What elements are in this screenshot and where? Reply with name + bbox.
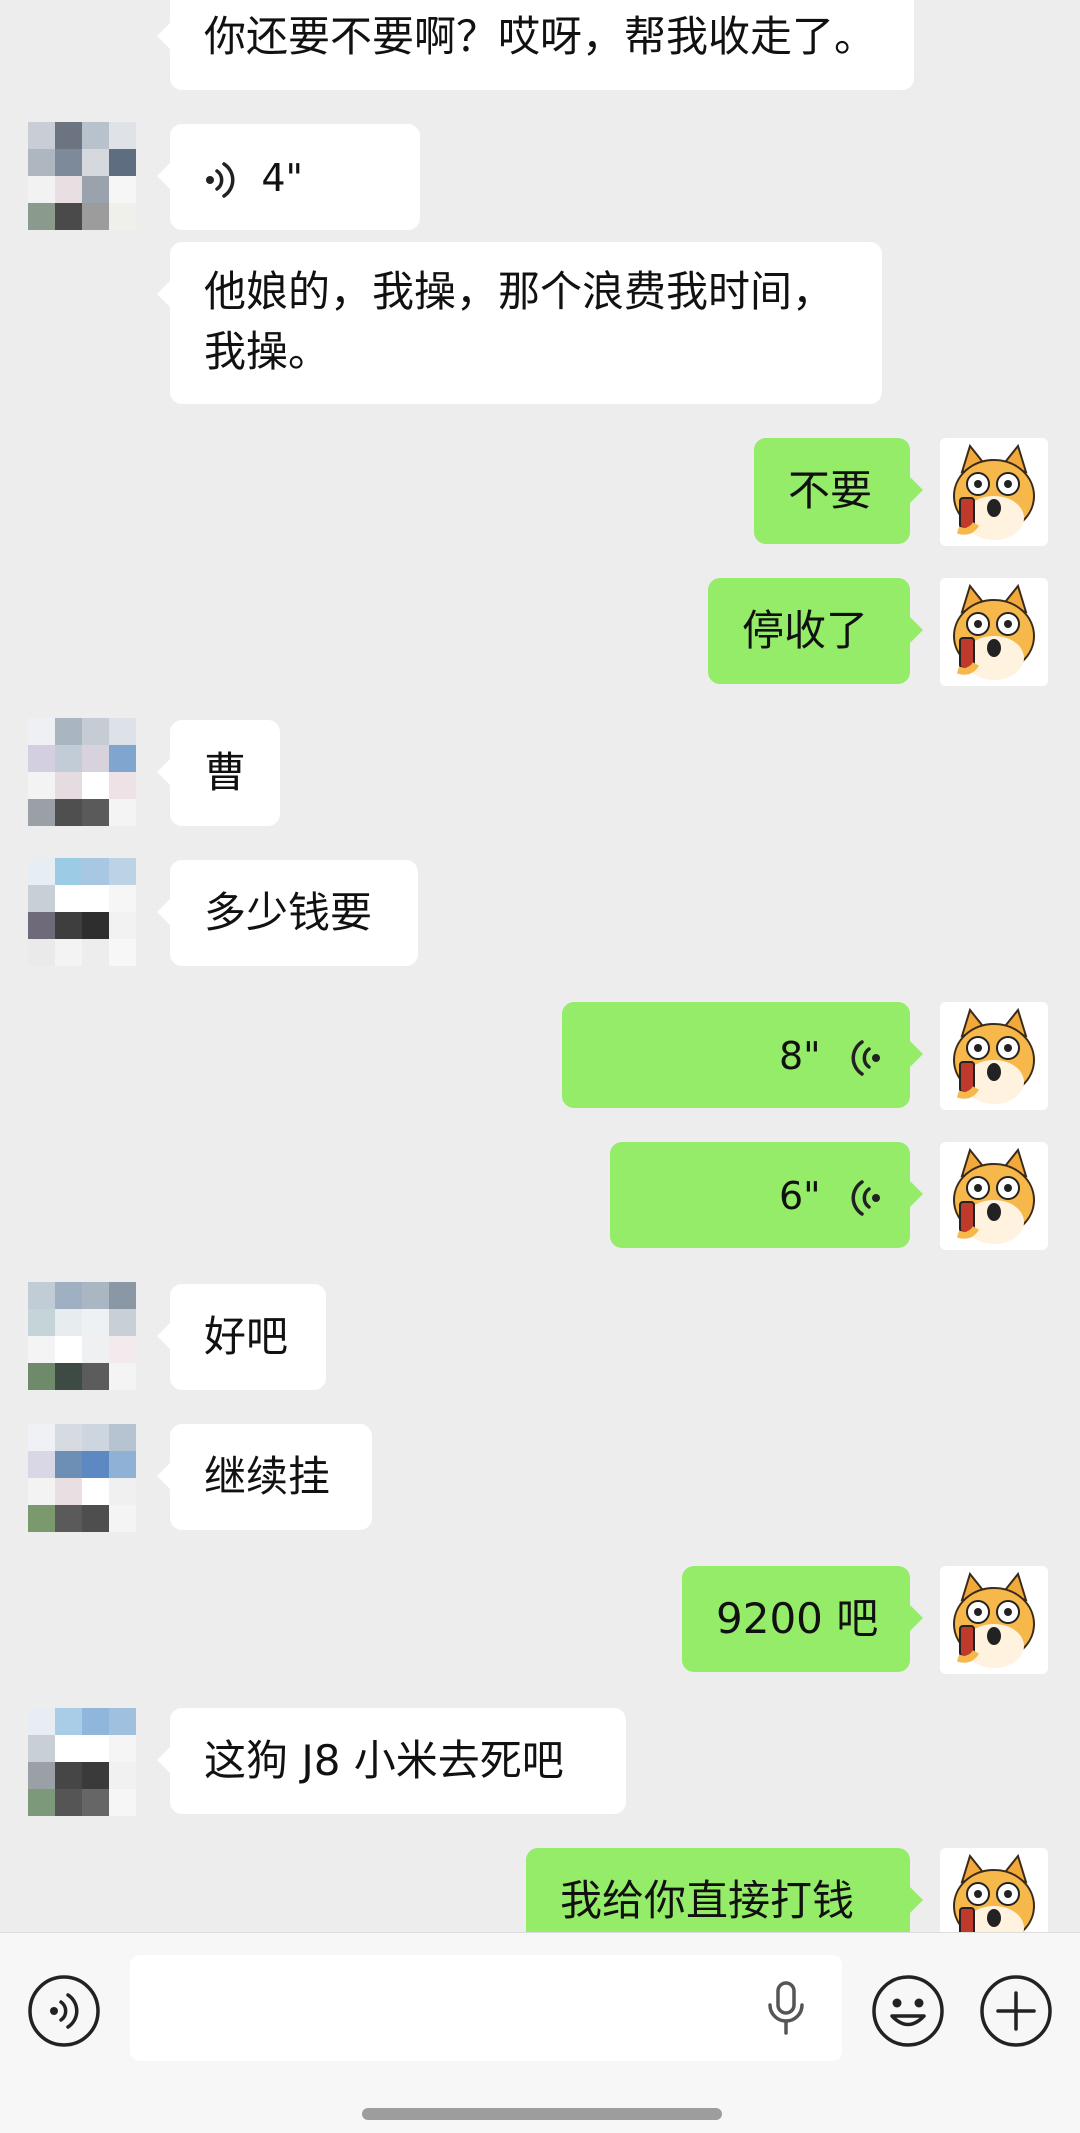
chat-area[interactable]: 你还要不要啊？哎呀，帮我收走了。 4" 他娘的，我操，那个浪费我时间，我操。 不… [0,0,1080,1932]
emoji-button[interactable] [870,1973,946,2049]
cartoon-dog-avatar-icon [940,578,1048,686]
avatar[interactable] [940,1848,1048,1932]
avatar[interactable] [940,1002,1048,1110]
voice-mode-icon [28,1975,100,2047]
cartoon-dog-avatar-icon [940,1848,1048,1932]
message-input[interactable] [130,1955,842,2061]
message-text: 多少钱要 [204,888,373,937]
message-text: 好吧 [204,1312,289,1361]
voice-wave-icon [851,1179,880,1216]
microphone-icon[interactable] [766,1981,806,2037]
emoji-icon [872,1975,944,2047]
cartoon-dog-avatar-icon [940,438,1048,546]
message-bubble[interactable]: 曹 [157,720,280,826]
avatar[interactable] [28,1708,136,1816]
avatar[interactable] [940,1142,1048,1250]
message-bubble[interactable]: 9200 吧 [682,1566,923,1672]
avatar[interactable] [940,438,1048,546]
message-bubble[interactable]: 我给你直接打钱 [526,1848,923,1932]
voice-wave-icon [851,1039,880,1076]
message-composer [0,1932,1080,2133]
voice-duration: 6" [778,1174,821,1218]
more-button[interactable] [978,1973,1054,2049]
voice-duration: 4" [261,156,304,200]
voice-message-bubble[interactable]: 4" [157,124,420,230]
cartoon-dog-avatar-icon [940,1566,1048,1674]
message-bubble[interactable]: 停收了 [708,578,923,684]
avatar[interactable] [28,122,136,230]
message-text: 这狗 J8 小米去死吧 [204,1736,564,1785]
voice-wave-icon [206,161,235,198]
message-bubble[interactable]: 你还要不要啊？哎呀，帮我收走了。 [157,0,914,90]
message-text: 继续挂 [204,1452,331,1501]
avatar[interactable] [28,1282,136,1390]
avatar[interactable] [28,858,136,966]
message-bubble[interactable]: 多少钱要 [157,860,418,966]
voice-duration: 8" [778,1034,821,1078]
voice-toggle-button[interactable] [26,1973,102,2049]
message-bubble[interactable]: 继续挂 [157,1424,372,1530]
message-text: 停收了 [742,606,869,655]
cartoon-dog-avatar-icon [940,1142,1048,1250]
message-bubble[interactable]: 不要 [754,438,923,544]
message-text: 不要 [788,466,873,515]
avatar[interactable] [28,718,136,826]
message-bubble[interactable]: 好吧 [157,1284,326,1390]
message-text: 曹 [204,748,247,797]
message-bubble[interactable]: 他娘的，我操，那个浪费我时间，我操。 [157,242,882,404]
message-text: 9200 吧 [716,1594,879,1643]
avatar[interactable] [28,1424,136,1532]
avatar[interactable] [940,1566,1048,1674]
plus-icon [980,1975,1052,2047]
message-bubble[interactable]: 这狗 J8 小米去死吧 [157,1708,626,1814]
voice-message-bubble[interactable]: 8" [562,1002,923,1108]
avatar[interactable] [940,578,1048,686]
cartoon-dog-avatar-icon [940,1002,1048,1110]
message-text: 你还要不要啊？哎呀，帮我收走了。 [204,12,877,61]
home-indicator[interactable] [362,2108,722,2120]
voice-message-bubble[interactable]: 6" [610,1142,923,1248]
message-text: 他娘的，我操，那个浪费我时间，我操。 [204,267,835,376]
message-text: 我给你直接打钱 [560,1876,855,1925]
